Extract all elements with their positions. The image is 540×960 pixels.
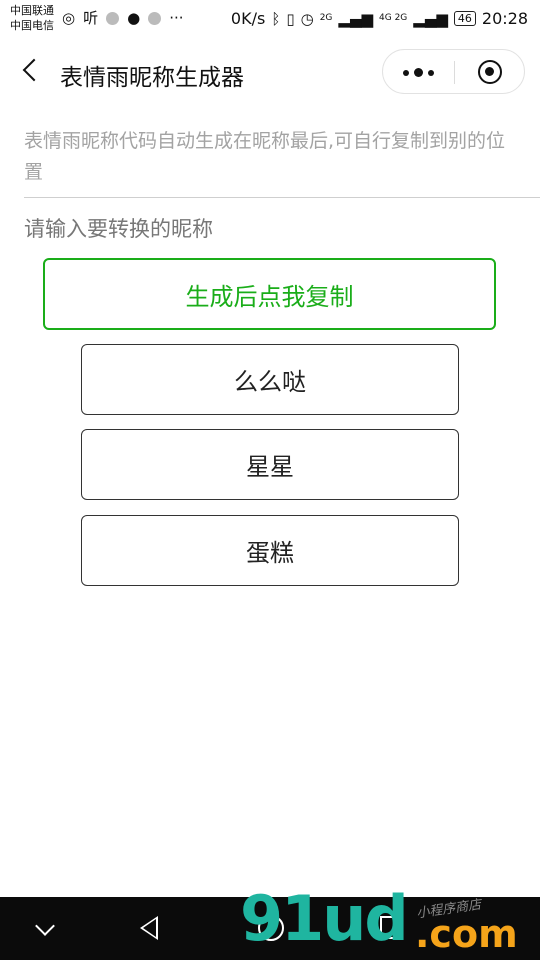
system-status: 0K/s ᛒ ▯ ◷ 2G ▂▄▆ 4G 2G ▂▄▆ 46 20:28 — [231, 9, 528, 28]
home-circle-icon[interactable] — [258, 915, 284, 941]
recent-apps-square-icon[interactable] — [380, 916, 403, 939]
carrier-1: 中国联通 — [10, 4, 54, 17]
nickname-input[interactable] — [24, 212, 514, 246]
target-close-icon[interactable] — [478, 60, 502, 84]
capsule-divider — [454, 61, 455, 84]
chevron-left-icon[interactable] — [20, 56, 46, 86]
carrier-2: 中国电信 — [10, 19, 54, 32]
signal-bars-icon: ▂▄▆ — [413, 9, 448, 28]
hide-nav-chevron-icon[interactable] — [35, 916, 55, 936]
copy-button[interactable]: 生成后点我复制 — [43, 258, 496, 330]
signal-2-label: 4G 2G — [379, 13, 408, 23]
navigation-bar: 表情雨昵称生成器 — [0, 36, 540, 108]
app-notification-icon — [148, 11, 162, 25]
signal-1-label: 2G — [319, 13, 333, 23]
listen-app-icon: 听 — [83, 9, 99, 27]
option-cake-button[interactable]: 蛋糕 — [81, 515, 459, 586]
weibo-icon: ◎ — [62, 9, 76, 27]
carrier-info: 中国联通 中国电信 — [10, 3, 54, 33]
hint-text: 表情雨昵称代码自动生成在昵称最后,可自行复制到别的位置 — [24, 130, 506, 183]
page-title: 表情雨昵称生成器 — [60, 65, 244, 91]
divider — [24, 197, 540, 198]
battery-icon: 46 — [453, 11, 476, 26]
chat-bubble-icon: ● — [127, 9, 141, 27]
option-star-button[interactable]: 星星 — [81, 429, 459, 500]
app-notification-icon — [106, 11, 120, 25]
net-speed: 0K/s — [230, 9, 266, 28]
more-dots-icon[interactable] — [403, 60, 435, 84]
system-navigation-bar — [0, 897, 540, 960]
back-triangle-icon[interactable] — [140, 916, 158, 940]
signal-bars-icon: ▂▄▆ — [338, 9, 374, 28]
bluetooth-icon: ᛒ — [271, 9, 281, 28]
miniprogram-capsule — [382, 49, 525, 94]
vibrate-icon: ▯ — [286, 9, 295, 28]
option-memeda-button[interactable]: 么么哒 — [81, 344, 459, 415]
alarm-icon: ◷ — [300, 9, 314, 28]
more-notifications-icon: ··· — [169, 9, 184, 27]
clock: 20:28 — [481, 9, 528, 28]
notification-icons: ◎ 听 ● ··· — [62, 9, 184, 27]
status-bar: 中国联通 中国电信 ◎ 听 ● ··· 0K/s ᛒ ▯ ◷ 2G ▂▄▆ 4G… — [0, 0, 540, 36]
